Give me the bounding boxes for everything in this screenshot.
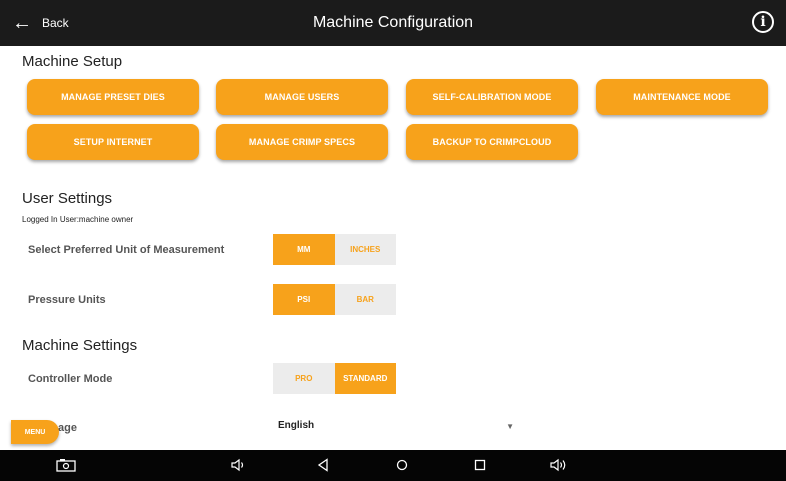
system-nav-bar (0, 450, 786, 481)
unit-of-measurement-label: Select Preferred Unit of Measurement (28, 244, 225, 256)
menu-button[interactable]: MENU (11, 420, 59, 444)
pressure-option-psi[interactable]: PSI (273, 284, 335, 315)
machine-setup-heading: Machine Setup (22, 53, 123, 70)
pressure-toggle: PSI BAR (273, 284, 396, 315)
manage-preset-dies-button[interactable]: MANAGE PRESET DIES (27, 79, 199, 115)
self-calibration-mode-button[interactable]: SELF-CALIBRATION MODE (406, 79, 578, 115)
setup-internet-button[interactable]: SETUP INTERNET (27, 124, 199, 160)
manage-crimp-specs-button[interactable]: MANAGE CRIMP SPECS (216, 124, 388, 160)
page-title: Machine Configuration (312, 14, 474, 31)
controller-option-pro[interactable]: PRO (273, 363, 335, 394)
screenshot-icon[interactable] (56, 458, 76, 472)
pressure-units-label: Pressure Units (28, 294, 106, 306)
controller-mode-toggle: PRO STANDARD (273, 363, 396, 394)
pressure-option-bar[interactable]: BAR (334, 284, 396, 315)
chevron-down-icon: ▼ (506, 422, 514, 431)
user-settings-heading: User Settings (22, 190, 113, 207)
controller-mode-label: Controller Mode (28, 373, 113, 385)
recents-icon[interactable] (474, 458, 486, 472)
volume-down-icon[interactable] (231, 458, 247, 472)
unit-toggle: MM INCHES (273, 234, 396, 265)
language-select[interactable]: English ▼ (278, 420, 520, 438)
logged-in-user: Logged In User:machine owner (22, 215, 134, 224)
back-icon[interactable] (317, 458, 329, 472)
language-value: English (278, 420, 315, 431)
controller-option-standard[interactable]: STANDARD (334, 363, 396, 394)
home-icon[interactable] (396, 458, 408, 472)
app-bar: ← Back Machine Configuration i (0, 0, 786, 46)
backup-to-crimpcloud-button[interactable]: BACKUP TO CRIMPCLOUD (406, 124, 578, 160)
volume-up-icon[interactable] (550, 458, 568, 472)
unit-option-inches[interactable]: INCHES (334, 234, 396, 265)
unit-option-mm[interactable]: MM (273, 234, 335, 265)
machine-settings-heading: Machine Settings (22, 337, 138, 354)
language-label: age (58, 422, 77, 434)
info-icon[interactable]: i (752, 11, 774, 33)
manage-users-button[interactable]: MANAGE USERS (216, 79, 388, 115)
maintenance-mode-button[interactable]: MAINTENANCE MODE (596, 79, 768, 115)
